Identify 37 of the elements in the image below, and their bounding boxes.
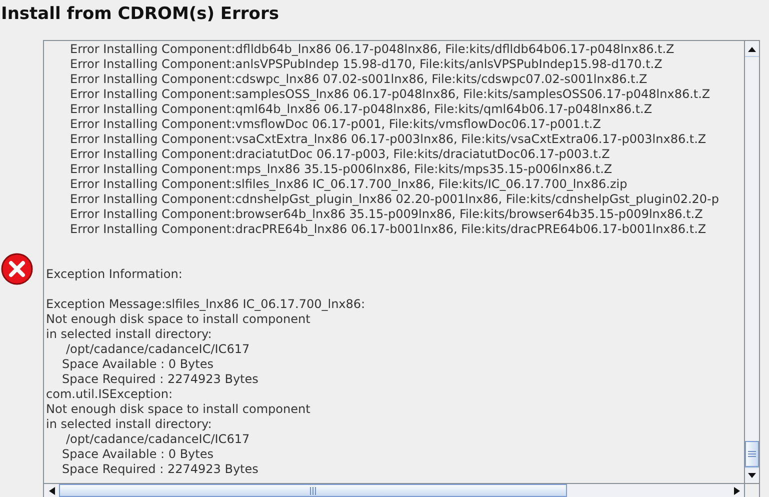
- left-arrow-icon: [48, 486, 54, 494]
- log-line: Error Installing Component:samplesOSS_lnx86 06.17-p048lnx86, File:kits/samplesOSS06.17-p048lnx86.t.Z: [70, 87, 710, 101]
- log-line: Exception Message:slfiles_lnx86 IC_06.17.700_lnx86:: [46, 297, 366, 311]
- log-line: Error Installing Component:anlsVPSPubIndep 15.98-d170, File:kits/anlsVPSPubIndep15.98-d170.t.Z: [70, 57, 662, 71]
- log-line: Error Installing Component:dracPRE64b_lnx86 06.17-b001lnx86, File:kits/dracPRE64b06.17-b001lnx86.t.Z: [70, 222, 706, 236]
- horizontal-scroll-thumb[interactable]: [59, 484, 567, 497]
- log-line: Space Available : 0 Bytes: [62, 357, 214, 371]
- down-arrow-icon: [748, 472, 756, 478]
- vertical-scroll-thumb[interactable]: [745, 441, 759, 467]
- log-line: Error Installing Component:slfiles_lnx86 IC_06.17.700_lnx86, File:kits/IC_06.17.700_lnx86.zip: [70, 177, 628, 191]
- log-line: Error Installing Component:dflldb64b_lnx86 06.17-p048lnx86, File:kits/dflldb64b06.17-p048lnx86.t.Z: [70, 42, 674, 56]
- error-icon: [0, 252, 34, 286]
- log-line: Exception Information:: [46, 267, 182, 281]
- log-line: Space Required : 2274923 Bytes: [62, 372, 258, 386]
- grip-icon: [310, 486, 316, 494]
- log-line: Error Installing Component:vmsflowDoc 06.17-p001, File:kits/vmsflowDoc06.17-p001.t.Z: [70, 117, 601, 131]
- log-line: Error Installing Component:qml64b_lnx86 06.17-p048lnx86, File:kits/qml64b06.17-p048lnx86.t.Z: [70, 102, 652, 116]
- log-line: Space Available : 0 Bytes: [62, 447, 214, 461]
- log-line: Error Installing Component:vsaCxtExtra_lnx86 06.17-p003lnx86, File:kits/vsaCxtExtra06.17-p003lnx86.t.Z: [70, 132, 706, 146]
- log-line: in selected install directory:: [46, 327, 212, 341]
- log-text-area[interactable]: [43, 40, 760, 497]
- log-line: /opt/cadance/cadanceIC/IC617: [66, 432, 250, 446]
- log-line: Error Installing Component:cdnshelpGst_plugin_lnx86 02.20-p001lnx86, File:kits/cdnshelpGst_plugin02.20-p: [70, 192, 720, 206]
- log-line: com.util.ISException:: [46, 387, 172, 401]
- log-line: /opt/cadance/cadanceIC/IC617: [66, 342, 250, 356]
- up-arrow-icon: [748, 46, 756, 52]
- right-arrow-icon: [734, 486, 740, 494]
- log-line: Error Installing Component:browser64b_lnx86 35.15-p009lnx86, File:kits/browser64b35.15-p009lnx86.t.Z: [70, 207, 703, 221]
- log-line: Error Installing Component:mps_lnx86 35.15-p006lnx86, File:kits/mps35.15-p006lnx86.t.Z: [70, 162, 612, 176]
- log-line: Space Required : 2274923 Bytes: [62, 462, 258, 476]
- log-line: Not enough disk space to install component: [46, 312, 310, 326]
- log-line: Error Installing Component:draciatutDoc 06.17-p003, File:kits/draciatutDoc06.17-p003.t.Z: [70, 147, 610, 161]
- grip-icon: [748, 451, 756, 457]
- window-title: Install from CDROM(s) Errors: [0, 3, 280, 26]
- log-line: Error Installing Component:cdswpc_lnx86 07.02-s001lnx86, File:kits/cdswpc07.02-s001lnx86.t.Z: [70, 72, 648, 86]
- log-line: in selected install directory:: [46, 417, 212, 431]
- log-line: Not enough disk space to install component: [46, 402, 310, 416]
